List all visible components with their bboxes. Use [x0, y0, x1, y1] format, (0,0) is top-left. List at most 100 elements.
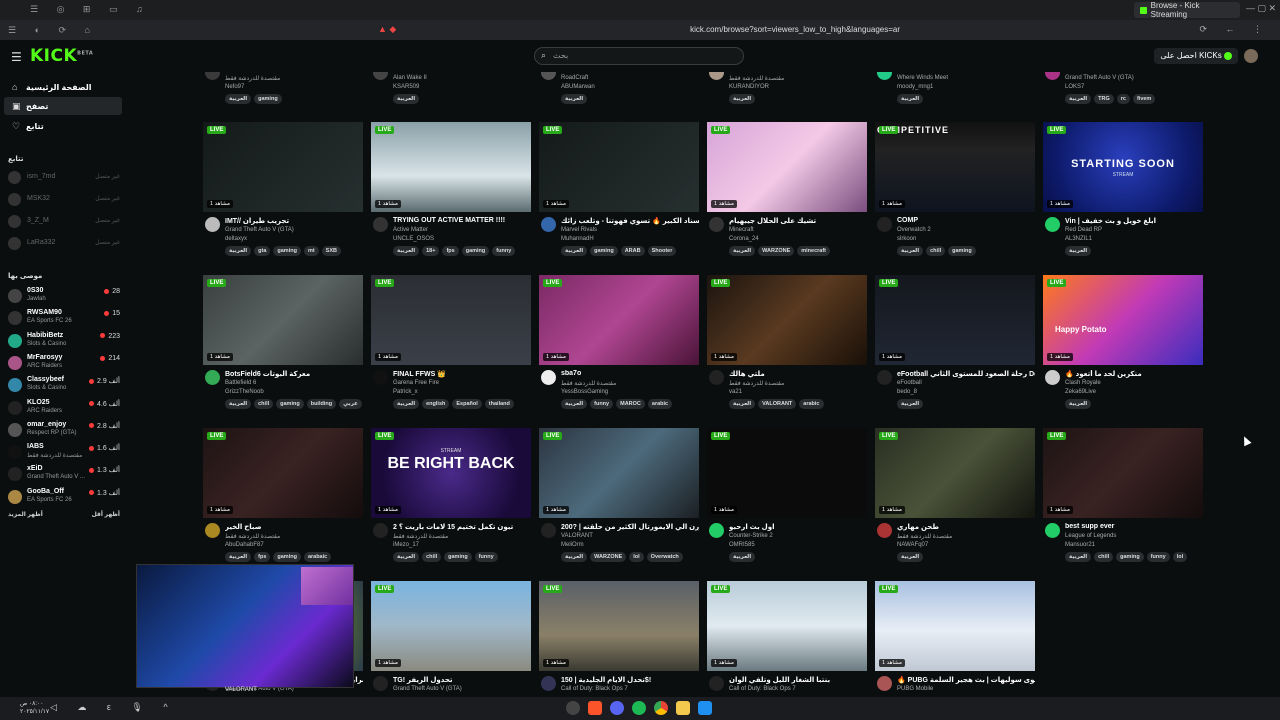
- streamer-avatar[interactable]: [1045, 72, 1060, 80]
- stream-thumbnail[interactable]: LIVE مشاهد 1: [371, 581, 531, 671]
- stream-category[interactable]: Call of Duty: Black Ops 7: [561, 686, 628, 692]
- stream-category[interactable]: مقتصدة للدردشة فقط: [393, 533, 448, 540]
- tag-chip[interactable]: arabic: [647, 399, 673, 409]
- tag-chip[interactable]: gaming: [273, 552, 301, 562]
- tag-chip[interactable]: العربية: [225, 552, 252, 562]
- tag-chip[interactable]: gaming: [461, 246, 490, 256]
- stream-category[interactable]: Counter-Strike 2: [729, 533, 773, 539]
- pip-video-overlay[interactable]: VALORANT: [136, 564, 354, 693]
- tag-chip[interactable]: building: [306, 399, 337, 409]
- tag-chip[interactable]: 18+: [422, 246, 440, 256]
- streamer-avatar[interactable]: [373, 370, 388, 385]
- streamer-avatar[interactable]: [541, 217, 556, 232]
- user-avatar[interactable]: [1244, 49, 1258, 63]
- stream-card[interactable]: LIVE مشاهد 1 sba7o مقتصدة للدردشة فقط YessBo…: [539, 275, 699, 427]
- stream-category[interactable]: Overwatch 2: [897, 227, 931, 233]
- streamer-avatar[interactable]: [709, 676, 724, 691]
- stream-category[interactable]: Call of Duty: Black Ops 7: [729, 686, 796, 692]
- stream-card[interactable]: STARTING SOON STREAM LIVE مشاهد 1 Vin | ابلغ…: [1043, 122, 1203, 274]
- stream-card[interactable]: Where Winds Meet moody_mng1 العربية: [875, 72, 1035, 104]
- tag-chip[interactable]: funny: [474, 552, 498, 562]
- tag-chip[interactable]: VALORANT: [758, 399, 797, 409]
- stream-title[interactable]: Vin | ابلغ خويل و بث خفيف: [1065, 217, 1203, 225]
- tag-chip[interactable]: thailand: [484, 399, 514, 409]
- streamer-avatar[interactable]: [205, 72, 220, 80]
- streamer-avatar[interactable]: [877, 676, 892, 691]
- tag-chip[interactable]: Español: [452, 399, 482, 409]
- search-input[interactable]: ⌕ بحث: [534, 47, 744, 65]
- get-kicks-button[interactable]: احصل على KICKs: [1154, 48, 1238, 64]
- tag-chip[interactable]: العربية: [225, 246, 252, 256]
- stream-title[interactable]: 200? | هالة الاوورن الي الايمورتال الكثي…: [561, 523, 699, 531]
- streamer-avatar[interactable]: [541, 72, 556, 80]
- stream-thumbnail[interactable]: LIVE مشاهد 1: [1043, 428, 1203, 518]
- stream-thumbnail[interactable]: LIVE مشاهد 1: [539, 122, 699, 212]
- tag-chip[interactable]: minecraft: [797, 246, 831, 256]
- stream-category[interactable]: eFootball: [897, 380, 922, 386]
- streamer-name[interactable]: YessBossGaming: [561, 389, 608, 395]
- tag-chip[interactable]: العربية: [897, 399, 924, 409]
- streamer-name[interactable]: Patrick_x: [393, 389, 418, 395]
- stream-category[interactable]: Alan Wake II: [393, 75, 427, 81]
- streamer-name[interactable]: UNCLE_OSOS: [393, 236, 434, 242]
- brave-shield-icon[interactable]: ▲ ◆: [378, 24, 396, 35]
- stream-thumbnail[interactable]: STREAM BE RIGHT BACK LIVE مشاهد 1: [371, 428, 531, 518]
- tag-chip[interactable]: funny: [590, 399, 614, 409]
- browser-toolbar-icons[interactable]: ☰ ◎ ⊞ ▭ ♫: [30, 4, 151, 15]
- streamer-name[interactable]: Nefo97: [225, 84, 244, 90]
- stream-card[interactable]: Happy Potato LIVE مشاهد 1 🔥 منكرين لحد ما أ…: [1043, 275, 1203, 427]
- url-field[interactable]: kick.com/browse?sort=viewers_low_to_high…: [430, 25, 900, 34]
- streamer-avatar[interactable]: [1045, 370, 1060, 385]
- chrome-taskbar-icon[interactable]: [654, 701, 668, 715]
- stream-card[interactable]: STREAM BE RIGHT BACK LIVE مشاهد 1 تبون تكمل …: [371, 428, 531, 580]
- stream-title[interactable]: COMP: [897, 217, 1035, 224]
- taskbar-clock[interactable]: ٠٨:٠٠ ص ٢٠٢٥/١١/١٧: [20, 700, 49, 716]
- stream-category[interactable]: League of Legends: [1065, 533, 1116, 539]
- streamer-name[interactable]: LOKS7: [1065, 84, 1084, 90]
- stream-category[interactable]: مقتصدة للدردشة فقط: [561, 380, 616, 387]
- stream-card[interactable]: مقتصدة للدردشة فقط Nefo97 العربية gaming: [203, 72, 363, 104]
- streamer-avatar[interactable]: [709, 523, 724, 538]
- stream-category[interactable]: Grand Theft Auto V (GTA): [1065, 75, 1134, 81]
- tag-chip[interactable]: العربية: [393, 552, 420, 562]
- search-taskbar-icon[interactable]: [566, 701, 580, 715]
- tag-chip[interactable]: العربية: [1065, 552, 1092, 562]
- stream-card[interactable]: LIVE مشاهد 1 FINAL FFWS 👑 Garena Free Fire P…: [371, 275, 531, 427]
- streamer-name[interactable]: AL3NZIL1: [1065, 236, 1092, 242]
- spotify-taskbar-icon[interactable]: [632, 701, 646, 715]
- streamer-name[interactable]: moody_mng1: [897, 84, 933, 90]
- streamer-avatar[interactable]: [877, 217, 892, 232]
- stream-title[interactable]: اول بث ارحبو: [729, 523, 867, 531]
- tag-chip[interactable]: gaming: [273, 246, 301, 256]
- stream-card[interactable]: LIVE مشاهد 1 🔥 PUBG آقوى سوليهات | بث هجير…: [875, 581, 1035, 697]
- stream-thumbnail[interactable]: LIVE مشاهد 1: [539, 275, 699, 365]
- streamer-name[interactable]: Corona_24: [729, 236, 759, 242]
- browser-right-icons[interactable]: ⟳ ← ⋮: [1199, 24, 1270, 35]
- streamer-name[interactable]: AbuDahabF87: [225, 542, 264, 548]
- tag-chip[interactable]: العربية: [393, 94, 420, 104]
- tag-chip[interactable]: fivem: [1132, 94, 1156, 104]
- tag-chip[interactable]: العربية: [393, 399, 420, 409]
- streamer-name[interactable]: bedo_8: [897, 389, 917, 395]
- stream-title[interactable]: سناد الكبير 🔥 تسوي فهوتنا - وتلعب زائك: [561, 217, 699, 225]
- tag-chip[interactable]: العربية: [729, 94, 756, 104]
- window-controls[interactable]: — ▢ ✕: [1246, 3, 1276, 14]
- streamer-name[interactable]: NAWAFq07: [897, 542, 928, 548]
- stream-thumbnail[interactable]: LIVE مشاهد 1: [875, 581, 1035, 671]
- stream-card[interactable]: LIVE مشاهد 1 TG! تحدول الريفر Grand Theft A…: [371, 581, 531, 697]
- streamer-avatar[interactable]: [1045, 523, 1060, 538]
- stream-card[interactable]: LIVE مشاهد 1 TRYING OUT ACTIVE MATTER !!!!…: [371, 122, 531, 274]
- stream-category[interactable]: Active Matter: [393, 227, 428, 233]
- streamer-name[interactable]: OMRI585: [729, 542, 755, 548]
- stream-thumbnail[interactable]: LIVE مشاهد 1: [203, 275, 363, 365]
- tag-chip[interactable]: العربية: [729, 552, 756, 562]
- nav-buttons[interactable]: ☰ ◐ ⟳ ⌂: [8, 25, 98, 36]
- stream-card[interactable]: LIVE مشاهد 1 200? | هالة الاوورن الي الايم…: [539, 428, 699, 580]
- stream-card[interactable]: LIVE مشاهد 1 اول بث ارحبو Counter-Strike 2 O…: [707, 428, 867, 580]
- tag-chip[interactable]: lol: [629, 552, 644, 562]
- stream-category[interactable]: PUBG Mobile: [897, 686, 933, 692]
- streamer-avatar[interactable]: [877, 72, 892, 80]
- stream-category[interactable]: Grand Theft Auto V (GTA): [393, 686, 462, 692]
- windows-start-icon[interactable]: [698, 701, 712, 715]
- discord-taskbar-icon[interactable]: [610, 701, 624, 715]
